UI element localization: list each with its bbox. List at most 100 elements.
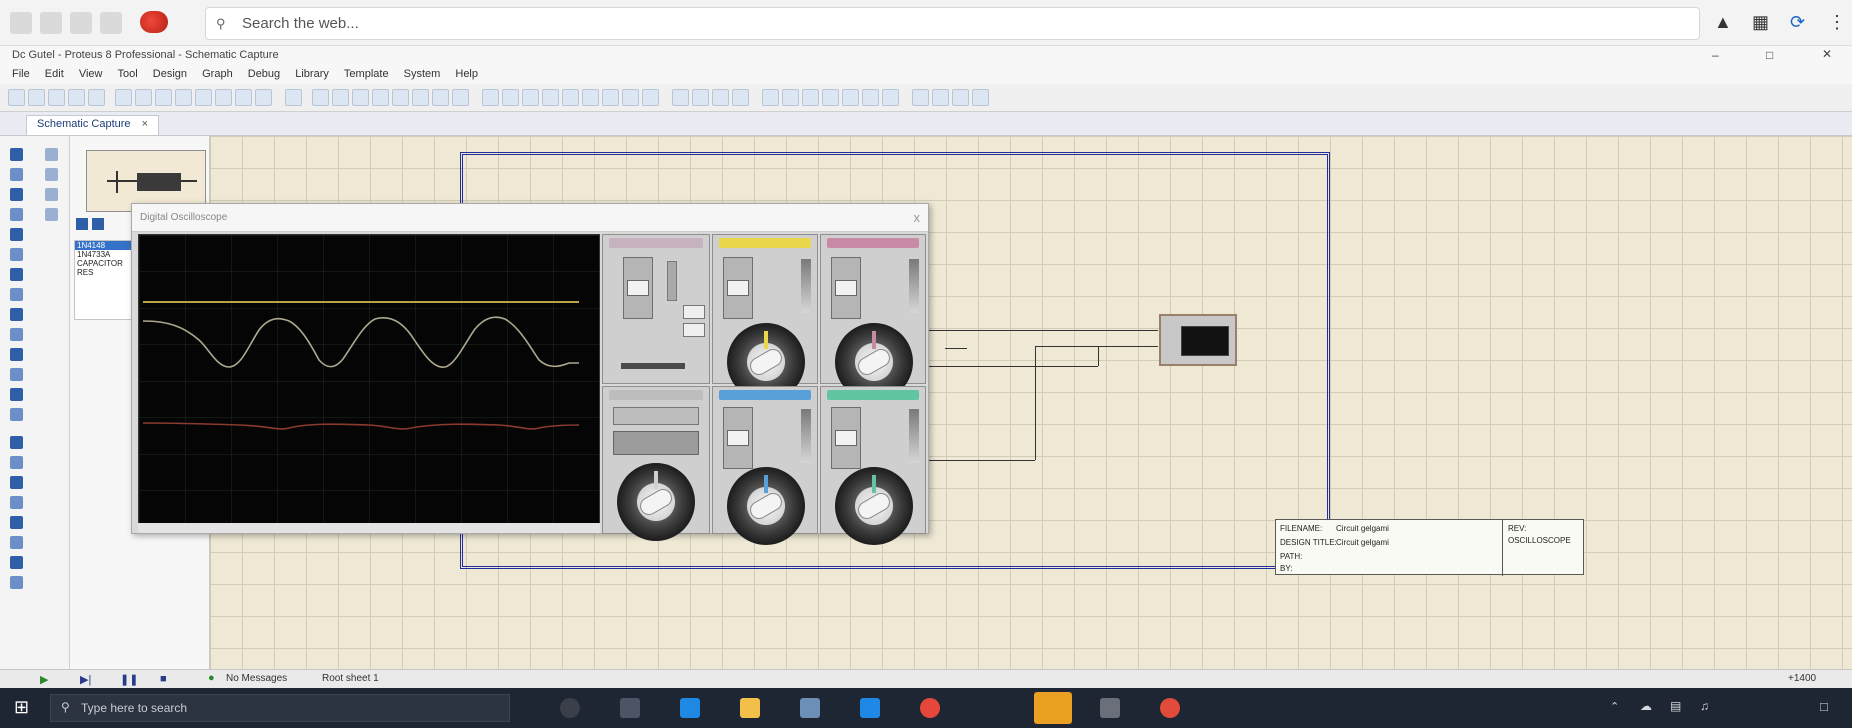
copy-icon[interactable] xyxy=(542,89,559,106)
grid-icon[interactable] xyxy=(312,89,329,106)
menu-system[interactable]: System xyxy=(404,68,441,80)
cut-icon[interactable] xyxy=(522,89,539,106)
wire[interactable] xyxy=(928,460,1035,461)
source-icon[interactable] xyxy=(235,89,252,106)
selection-mode-icon[interactable] xyxy=(10,148,23,161)
wire[interactable] xyxy=(1098,346,1099,366)
web-search-input[interactable]: ⚲ Search the web... xyxy=(205,7,1700,40)
library-manager-icon[interactable] xyxy=(92,218,104,230)
marker-icon[interactable] xyxy=(10,576,23,589)
browser-logo-icon[interactable] xyxy=(140,11,168,33)
junction-dot-icon[interactable] xyxy=(10,188,23,201)
channel-c-volts-knob[interactable] xyxy=(727,467,805,545)
horizontal-mode-switch[interactable] xyxy=(613,431,699,455)
zoom-out-icon[interactable] xyxy=(412,89,429,106)
menu-edit[interactable]: Edit xyxy=(45,68,64,80)
path-icon[interactable] xyxy=(10,516,23,529)
menu-debug[interactable]: Debug xyxy=(248,68,280,80)
close-icon[interactable]: ✕ xyxy=(1822,47,1832,61)
search-tag-icon[interactable] xyxy=(782,89,799,106)
schematic-icon[interactable] xyxy=(135,89,152,106)
wire[interactable] xyxy=(945,348,967,349)
trigger-level-slider[interactable] xyxy=(623,257,653,319)
trigger-button[interactable] xyxy=(683,323,705,337)
status-messages[interactable]: No Messages xyxy=(226,673,287,684)
refresh-tool-icon[interactable] xyxy=(285,89,302,106)
menu-design[interactable]: Design xyxy=(153,68,187,80)
package-icon[interactable] xyxy=(712,89,729,106)
line-icon[interactable] xyxy=(10,436,23,449)
pick-from-library-icon[interactable] xyxy=(76,218,88,230)
file-explorer-icon[interactable] xyxy=(740,698,760,718)
app-icon[interactable] xyxy=(1100,698,1120,718)
menu-help[interactable]: Help xyxy=(455,68,478,80)
extensions-icon[interactable]: ▦ xyxy=(1752,12,1769,33)
wire[interactable] xyxy=(928,330,1158,331)
messages-icon[interactable]: ● xyxy=(208,672,215,684)
decompose-icon[interactable] xyxy=(732,89,749,106)
paste-icon[interactable] xyxy=(562,89,579,106)
exit-parent-icon[interactable] xyxy=(882,89,899,106)
pcb-icon[interactable] xyxy=(155,89,172,106)
menu-file[interactable]: File xyxy=(12,68,30,80)
maximize-icon[interactable]: □ xyxy=(1766,48,1773,62)
start-icon[interactable]: ⊞ xyxy=(14,697,29,718)
oscilloscope-window[interactable]: Digital Oscilloscope x xyxy=(131,203,929,545)
cortana-icon[interactable] xyxy=(560,698,580,718)
design-explorer-icon[interactable] xyxy=(822,89,839,106)
new-icon[interactable] xyxy=(8,89,25,106)
component-mode-icon[interactable] xyxy=(10,168,23,181)
edge-icon[interactable] xyxy=(680,698,700,718)
redo-icon[interactable] xyxy=(502,89,519,106)
menu-view[interactable]: View xyxy=(79,68,103,80)
wire-label-icon[interactable] xyxy=(10,208,23,221)
refresh-icon[interactable] xyxy=(70,12,92,34)
gerber-icon[interactable] xyxy=(175,89,192,106)
menu-icon[interactable]: ⋮ xyxy=(1828,12,1846,33)
oscilloscope-titlebar[interactable]: Digital Oscilloscope x xyxy=(132,204,928,232)
channel-d-position-slider[interactable] xyxy=(831,407,861,469)
rotate-ccw-icon[interactable] xyxy=(45,168,58,181)
menu-template[interactable]: Template xyxy=(344,68,389,80)
menu-library[interactable]: Library xyxy=(295,68,329,80)
trigger-switch[interactable] xyxy=(667,261,677,301)
minimize-icon[interactable]: – xyxy=(1712,48,1719,62)
netlist-icon[interactable] xyxy=(952,89,969,106)
origin-icon[interactable] xyxy=(332,89,349,106)
pick-device-icon[interactable] xyxy=(672,89,689,106)
graph-icon[interactable] xyxy=(10,328,23,341)
tab-schematic-capture[interactable]: Schematic Capture × xyxy=(26,115,160,135)
block-move-icon[interactable] xyxy=(602,89,619,106)
channel-c-coupling-switch[interactable] xyxy=(801,409,811,463)
stop-icon[interactable]: ■ xyxy=(160,673,167,685)
text-script-icon[interactable] xyxy=(10,228,23,241)
zoom-area-icon[interactable] xyxy=(452,89,469,106)
instrument-icon[interactable] xyxy=(10,408,23,421)
step-icon[interactable]: ▶| xyxy=(80,673,91,686)
task-view-icon[interactable] xyxy=(620,698,640,718)
channel-b-coupling-switch[interactable] xyxy=(909,259,919,313)
trigger-button[interactable] xyxy=(683,305,705,319)
channel-b-position-slider[interactable] xyxy=(831,257,861,319)
proteus-taskbar-icon[interactable] xyxy=(1034,692,1072,724)
pin-icon[interactable] xyxy=(10,308,23,321)
timebase-knob[interactable] xyxy=(617,463,695,541)
home-icon[interactable] xyxy=(100,12,122,34)
circle-icon[interactable] xyxy=(10,476,23,489)
probe-icon[interactable] xyxy=(10,388,23,401)
channel-a-coupling-switch[interactable] xyxy=(801,259,811,313)
volume-icon[interactable]: ♫ xyxy=(1700,699,1709,713)
block-copy-icon[interactable] xyxy=(582,89,599,106)
oscilloscope-component[interactable] xyxy=(1159,314,1237,366)
undo-icon[interactable] xyxy=(482,89,499,106)
generator-icon[interactable] xyxy=(10,368,23,381)
pause-icon[interactable]: ❚❚ xyxy=(120,673,138,686)
taskbar-search-input[interactable]: ⚲ Type here to search xyxy=(50,694,510,722)
bom-icon[interactable] xyxy=(215,89,232,106)
pan-icon[interactable] xyxy=(372,89,389,106)
notification-icon[interactable]: □ xyxy=(1820,699,1828,714)
wire[interactable] xyxy=(1035,346,1036,460)
history-icon[interactable]: ⟳ xyxy=(1790,12,1805,33)
store-icon[interactable] xyxy=(800,698,820,718)
wire[interactable] xyxy=(928,366,1098,367)
